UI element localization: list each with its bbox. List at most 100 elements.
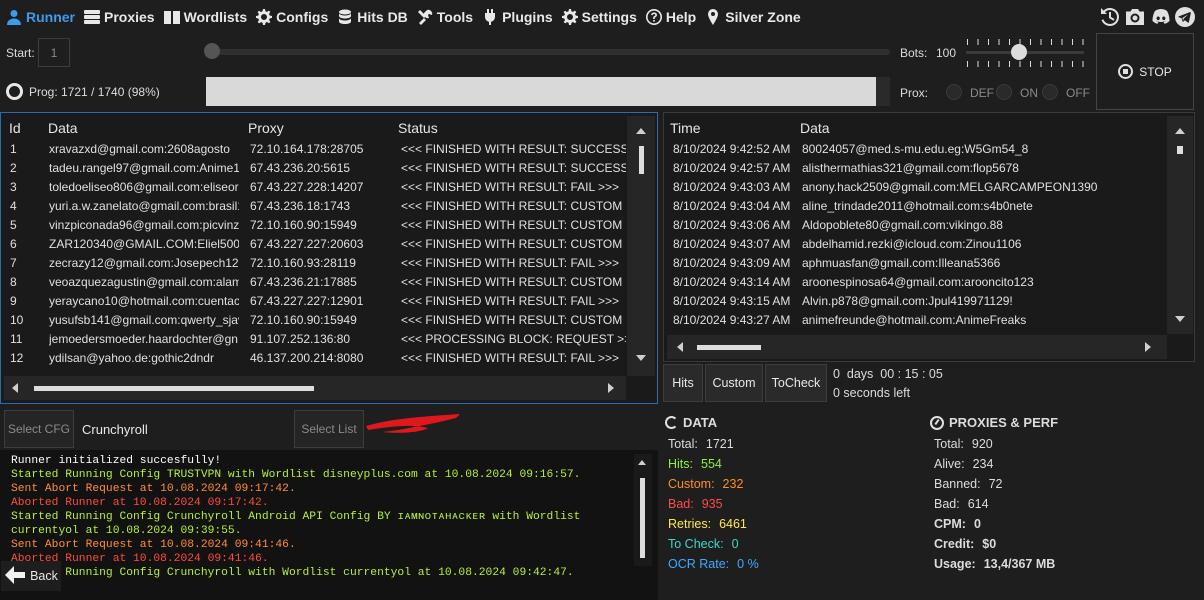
table-row[interactable]: 9 yeraycano10@hotmail.com:cuentac 67.43.22… [1, 292, 627, 311]
prox-radio-off[interactable] [1042, 84, 1058, 100]
table-row[interactable]: 8/10/2024 9:43:09 AM aphmuasfan@gmail.com… [664, 254, 1164, 273]
telegram-icon[interactable] [1175, 7, 1195, 27]
table-row[interactable]: 5 vinzpiconada96@gmail.com:picvinz 72.10.1… [1, 216, 627, 235]
table-row[interactable]: 8/10/2024 9:42:57 AM alisthermathias321@g… [664, 159, 1164, 178]
nav-help[interactable]: Help [645, 8, 696, 25]
scroll-up-icon[interactable] [638, 460, 646, 465]
back-label: Back [30, 569, 58, 583]
table-row[interactable]: 7 zecrazy12@gmail.com:Josepech123 72.10.16… [1, 254, 627, 273]
table-row[interactable]: 11 jemoedersmoeder.haardochter@gn 91.107.2… [1, 330, 627, 349]
hits-table-vscroll[interactable] [1167, 116, 1193, 334]
log-line: Started Running Config Crunchyroll Andro… [11, 511, 581, 523]
nav-runner[interactable]: Runner [6, 9, 75, 25]
table-row[interactable]: 12 ydilsan@yahoo.de:gothic2dndr 46.137.200… [1, 349, 627, 368]
stat-label: Total: [668, 437, 698, 451]
scroll-right-icon[interactable] [1145, 342, 1151, 352]
progress-ring-icon [6, 83, 23, 100]
hits-table-vscroll-thumb[interactable] [1177, 146, 1183, 154]
tab-tocheck[interactable]: ToCheck [765, 364, 827, 402]
tab-custom[interactable]: Custom [705, 364, 763, 402]
data-table-vscroll-thumb[interactable] [639, 146, 644, 174]
database-icon [337, 9, 353, 25]
cell-id: 2 [10, 161, 17, 175]
table-row[interactable]: 6 ZAR120340@GMAIL.COM:Eliel500 67.43.227.2… [1, 235, 627, 254]
table-row[interactable]: 8/10/2024 9:43:03 AM anony.hack2509@gmail… [664, 178, 1164, 197]
scroll-left-icon[interactable] [677, 342, 683, 352]
scroll-right-icon[interactable] [608, 383, 614, 393]
start-slider-thumb[interactable] [204, 43, 220, 59]
hits-table-hscroll-thumb[interactable] [697, 345, 761, 350]
scroll-left-icon[interactable] [12, 383, 18, 393]
table-row[interactable]: 8/10/2024 9:43:06 AM Aldopoblete80@gmail.… [664, 216, 1164, 235]
table-row[interactable]: 8/10/2024 9:43:15 AM Alvin.p878@gmail.com… [664, 292, 1164, 311]
bots-slider-thumb[interactable] [1010, 44, 1027, 60]
cell-proxy: 67.43.227.227:20603 [250, 237, 364, 251]
table-row[interactable]: 1 xravazxd@gmail.com:2608agosto 72.10.164.… [1, 140, 627, 159]
col-header-hit-data[interactable]: Data [800, 120, 830, 136]
nav-silver-zone[interactable]: Silver Zone [705, 8, 801, 25]
stop-button[interactable]: STOP [1096, 33, 1194, 110]
col-header-status[interactable]: Status [398, 120, 438, 136]
progress-bar [206, 77, 890, 106]
back-button[interactable]: Back [1, 561, 61, 591]
cell-hit-data: aphmuasfan@gmail.com:Illeana5366 [802, 256, 1001, 270]
cell-status: <<< FINISHED WITH RESULT: CUSTOM >> [401, 199, 626, 213]
tab-hits[interactable]: Hits [663, 364, 703, 402]
start-input[interactable]: 1 [38, 38, 70, 67]
cell-proxy: 72.10.160.93:28119 [250, 256, 356, 270]
nav-proxies[interactable]: Proxies [84, 9, 155, 25]
data-table-vscroll[interactable] [627, 116, 655, 376]
start-slider-track[interactable] [206, 49, 890, 55]
nav-hits-db[interactable]: Hits DB [337, 9, 408, 25]
table-row[interactable]: 4 yuri.a.w.zanelato@gmail.com:brasil1 67.4… [1, 197, 627, 216]
table-row[interactable]: 10 yusufsb141@gmail.com:qwerty_sjav 72.10.… [1, 311, 627, 330]
table-row[interactable]: 8/10/2024 9:43:14 AM aroonespinosa64@gmai… [664, 273, 1164, 292]
cell-time: 8/10/2024 9:43:03 AM [673, 180, 791, 194]
table-row[interactable]: 3 toledoeliseo806@gmail.com:eliseor 67.43.… [1, 178, 627, 197]
table-row[interactable]: 8/10/2024 9:43:27 AM animefreunde@hotmail… [664, 311, 1164, 330]
scroll-down-icon[interactable] [1175, 316, 1185, 322]
cell-proxy: 72.10.164.178:28705 [250, 142, 364, 156]
data-table-hscroll[interactable] [4, 376, 626, 400]
scroll-up-icon[interactable] [1175, 128, 1185, 134]
stat-bad: Bad: 614 [934, 497, 989, 511]
log-vscroll-thumb[interactable] [640, 478, 645, 558]
table-row[interactable]: 8/10/2024 9:42:52 AM 80024057@med.s-mu.ed… [664, 140, 1164, 159]
scroll-down-icon[interactable] [636, 355, 646, 361]
select-cfg-button[interactable]: Select CFG [4, 410, 74, 448]
select-list-button[interactable]: Select List [294, 410, 364, 448]
nav-wordlists[interactable]: Wordlists [163, 9, 247, 25]
hits-table-hscroll[interactable] [667, 335, 1167, 359]
nav-configs[interactable]: Configs [256, 8, 328, 25]
cell-status: <<< FINISHED WITH RESULT: FAIL >>> [401, 180, 620, 194]
table-row[interactable]: 8/10/2024 9:43:04 AM aline_trindade2011@h… [664, 197, 1164, 216]
data-table-hscroll-thumb[interactable] [34, 386, 314, 391]
table-row[interactable]: 2 tadeu.rangel97@gmail.com:Anime1 67.43.23… [1, 159, 627, 178]
cell-status: <<< FINISHED WITH RESULT: FAIL >>> [401, 351, 620, 365]
nav-label: Plugins [502, 8, 553, 25]
col-header-data[interactable]: Data [48, 120, 78, 136]
log-line: currentyol at 10.08.2024 09:39:55. [11, 525, 242, 537]
nav-plugins[interactable]: Plugins [482, 8, 553, 25]
prox-radio-on[interactable] [996, 84, 1012, 100]
cell-hit-data: alisthermathias321@gmail.com:flop5678 [802, 161, 1019, 175]
col-header-id[interactable]: Id [9, 120, 21, 136]
nav-settings[interactable]: Settings [561, 8, 637, 25]
prox-label: Prox: [900, 86, 929, 100]
col-header-proxy[interactable]: Proxy [248, 120, 284, 136]
log-vscroll[interactable] [634, 454, 652, 566]
discord-icon[interactable] [1151, 7, 1171, 27]
server-icon [84, 9, 100, 25]
stat-value: $0 [982, 537, 997, 551]
history-icon[interactable] [1100, 7, 1120, 27]
prox-radio-def[interactable] [946, 84, 962, 100]
camera-icon[interactable] [1125, 7, 1145, 27]
table-row[interactable]: 8 veoazquezagustin@gmail.com:alam 67.43.23… [1, 273, 627, 292]
col-header-time[interactable]: Time [670, 120, 701, 136]
scroll-up-icon[interactable] [636, 128, 646, 134]
cell-time: 8/10/2024 9:42:57 AM [673, 161, 791, 175]
hits-table: Time Data 8/10/2024 9:42:52 AM 80024057@m… [663, 112, 1195, 362]
nav-tools[interactable]: Tools [417, 9, 473, 25]
table-row[interactable]: 8/10/2024 9:43:07 AM abdelhamid.rezki@icl… [664, 235, 1164, 254]
cell-time: 8/10/2024 9:43:09 AM [673, 256, 791, 270]
